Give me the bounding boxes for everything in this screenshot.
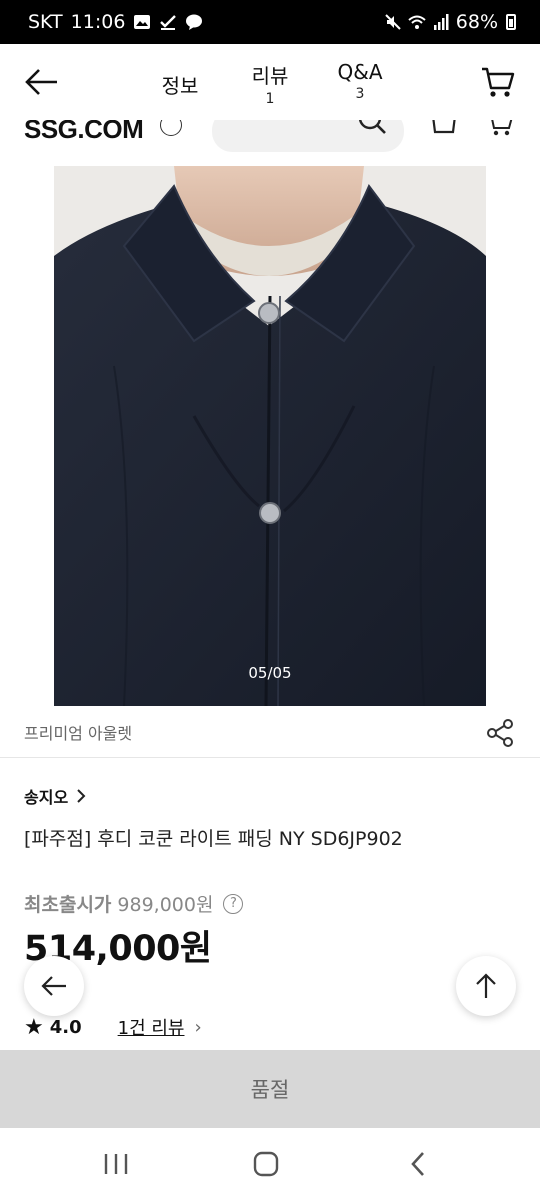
tab-review[interactable]: 리뷰 1: [230, 60, 310, 107]
share-icon[interactable]: [486, 718, 516, 748]
help-icon[interactable]: ?: [223, 893, 244, 914]
brand-label[interactable]: 프리미엄 아울렛: [24, 720, 132, 744]
product-header: 정보 리뷰 1 Q&A 3: [0, 44, 540, 120]
floating-back-button[interactable]: [24, 956, 84, 1016]
tab-qa-count: 3: [355, 86, 365, 102]
home-icon: [253, 1151, 279, 1177]
seller-name: 송지오: [24, 788, 69, 807]
seller-link[interactable]: 송지오: [24, 784, 86, 808]
image-counter: 05/05: [248, 664, 292, 682]
product-name: [파주점] 후디 코쿤 라이트 패딩 NY SD6JP902: [24, 828, 403, 850]
arrow-up-icon: [476, 973, 496, 998]
recent-apps-button[interactable]: [86, 1146, 146, 1182]
gallery-notification-icon: [134, 15, 151, 29]
original-price: 989,000원: [117, 894, 214, 916]
soldout-label: 품절: [250, 1078, 290, 1102]
chat-notification-icon: [186, 14, 203, 30]
signal-icon: [433, 14, 449, 30]
tab-review-count: 1: [265, 91, 275, 107]
system-nav-bar: [0, 1128, 540, 1200]
chevron-down-icon[interactable]: [160, 120, 182, 136]
chevron-right-icon: ›: [194, 1016, 202, 1038]
original-price-row: 최초출시가 989,000원 ?: [24, 890, 244, 917]
cart-icon[interactable]: [486, 120, 514, 138]
rating-value: 4.0: [49, 1016, 82, 1038]
product-image[interactable]: 05/05: [54, 166, 486, 706]
back-button[interactable]: [22, 64, 62, 100]
cart-icon: [482, 67, 515, 97]
clock: 11:06: [70, 11, 126, 33]
ssg-logo[interactable]: SSG.COM: [24, 120, 144, 145]
tab-review-label: 리뷰: [251, 64, 289, 88]
shopping-bag-icon[interactable]: [430, 120, 458, 136]
home-button[interactable]: [236, 1146, 296, 1182]
search-icon[interactable]: [358, 120, 388, 138]
system-back-button[interactable]: [388, 1146, 448, 1182]
battery-percentage: 68%: [455, 11, 498, 33]
mute-icon: [385, 14, 401, 30]
tab-info[interactable]: 정보: [140, 70, 220, 99]
wifi-icon: [408, 15, 426, 29]
status-bar: SKT 11:06 68%: [0, 0, 540, 44]
original-price-label: 최초출시가: [24, 894, 112, 916]
chevron-left-icon: [411, 1152, 424, 1176]
review-link[interactable]: 1건 리뷰: [118, 1014, 185, 1040]
checkmark-notification-icon: [160, 15, 177, 30]
arrow-left-icon: [25, 69, 57, 95]
brand-row: 프리미엄 아울렛: [0, 708, 540, 758]
arrow-left-icon: [41, 976, 66, 996]
soldout-button[interactable]: 품절: [0, 1050, 540, 1128]
star-icon: ★: [24, 1014, 44, 1040]
scroll-to-top-button[interactable]: [456, 956, 516, 1016]
tab-info-label: 정보: [161, 74, 199, 98]
jacket-photo: [54, 166, 486, 706]
tab-qa-label: Q&A: [337, 60, 383, 84]
recent-apps-icon: [104, 1154, 128, 1174]
chevron-right-icon: [77, 789, 86, 803]
ssg-toolbar: SSG.COM: [0, 120, 540, 166]
carrier-label: SKT: [28, 11, 63, 33]
tab-qa[interactable]: Q&A 3: [320, 60, 400, 102]
battery-icon: [506, 14, 516, 30]
rating-row: ★ 4.0 1건 리뷰 ›: [24, 1014, 202, 1040]
cart-button[interactable]: [478, 62, 518, 102]
